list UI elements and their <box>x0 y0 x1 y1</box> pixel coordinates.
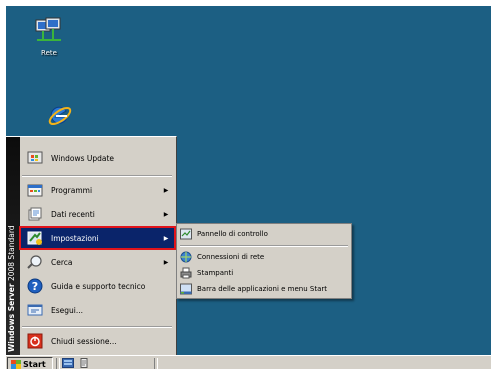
submenu-item-label: Connessioni di rete <box>197 253 265 261</box>
menu-item-label: Programmi <box>51 185 93 195</box>
menu-item-label: Windows Update <box>51 153 115 163</box>
windows-logo-icon <box>11 359 21 369</box>
menu-item-label: Dati recenti <box>51 209 95 219</box>
recent-documents-icon <box>27 206 43 222</box>
shutdown-icon <box>27 333 43 349</box>
taskbar: Start <box>6 355 491 369</box>
start-menu: Windows Server 2008 Standard Windows Upd… <box>6 136 177 356</box>
os-name: Windows Server <box>7 283 16 352</box>
run-icon <box>27 302 43 318</box>
menu-item-label: Chiudi sessione... <box>51 336 117 346</box>
taskbar-divider <box>56 358 60 369</box>
submenu-arrow-icon: ▶ <box>163 234 169 242</box>
submenu-item-label: Pannello di controllo <box>197 230 268 238</box>
printers-icon <box>180 267 192 279</box>
menu-item-programs[interactable]: Programmi ▶ <box>20 179 175 201</box>
submenu-item-label: Stampanti <box>197 269 234 277</box>
menu-item-run[interactable]: Esegui... <box>20 299 175 321</box>
start-menu-sidebar: Windows Server 2008 Standard <box>6 137 20 356</box>
menu-item-help-and-support[interactable]: ? Guida e supporto tecnico <box>20 275 175 297</box>
menu-item-windows-update[interactable]: Windows Update <box>20 147 175 169</box>
submenu-item-label: Barra delle applicazioni e menu Start <box>197 285 327 293</box>
search-icon <box>27 254 43 270</box>
internet-explorer-icon <box>48 106 72 126</box>
desktop-icon-internet-explorer[interactable] <box>30 103 90 131</box>
os-edition-label: Windows Server 2008 Standard <box>7 147 19 352</box>
menu-item-label: Impostazioni <box>51 233 99 243</box>
submenu-arrow-icon: ▶ <box>163 258 169 266</box>
submenu-item-taskbar-and-start-menu[interactable]: Barra delle applicazioni e menu Start <box>177 281 351 297</box>
windows-update-icon <box>27 150 43 166</box>
submenu-item-control-panel[interactable]: Pannello di controllo <box>177 226 351 242</box>
menu-item-label: Cerca <box>51 257 73 267</box>
menu-item-search[interactable]: Cerca ▶ <box>20 251 175 273</box>
menu-item-settings[interactable]: Impostazioni ▶ <box>19 226 176 250</box>
desktop-icon-network[interactable]: Rete <box>19 16 79 57</box>
menu-item-shutdown[interactable]: Chiudi sessione... <box>20 330 175 352</box>
submenu-arrow-icon: ▶ <box>163 186 169 194</box>
server-manager-icon[interactable] <box>62 358 74 368</box>
start-button-label: Start <box>23 359 46 369</box>
help-icon: ? <box>27 278 43 294</box>
submenu-item-printers[interactable]: Stampanti <box>177 265 351 281</box>
menu-separator <box>22 175 172 177</box>
submenu-arrow-icon: ▶ <box>163 210 169 218</box>
taskbar-divider <box>154 358 158 369</box>
programs-icon <box>27 182 43 198</box>
settings-submenu: Pannello di controllo Connessioni di ret… <box>176 223 352 299</box>
network-icon <box>35 17 61 41</box>
desktop-icon-label: Rete <box>41 49 57 57</box>
os-edition: 2008 Standard <box>7 225 16 284</box>
settings-icon <box>27 230 43 246</box>
submenu-item-network-connections[interactable]: Connessioni di rete <box>177 249 351 265</box>
taskbar-icon <box>180 283 192 295</box>
svg-text:?: ? <box>32 280 38 293</box>
menu-item-label: Guida e supporto tecnico <box>51 281 146 291</box>
menu-item-recent-documents[interactable]: Dati recenti ▶ <box>20 203 175 225</box>
network-connections-icon <box>180 251 192 263</box>
desktop: Rete Windows Server 2008 Standard Window… <box>6 6 491 369</box>
start-button[interactable]: Start <box>7 357 53 369</box>
menu-item-label: Esegui... <box>51 305 84 315</box>
submenu-separator <box>180 245 348 247</box>
control-panel-icon <box>180 228 192 240</box>
menu-separator <box>22 326 172 328</box>
command-prompt-icon[interactable] <box>78 358 90 368</box>
